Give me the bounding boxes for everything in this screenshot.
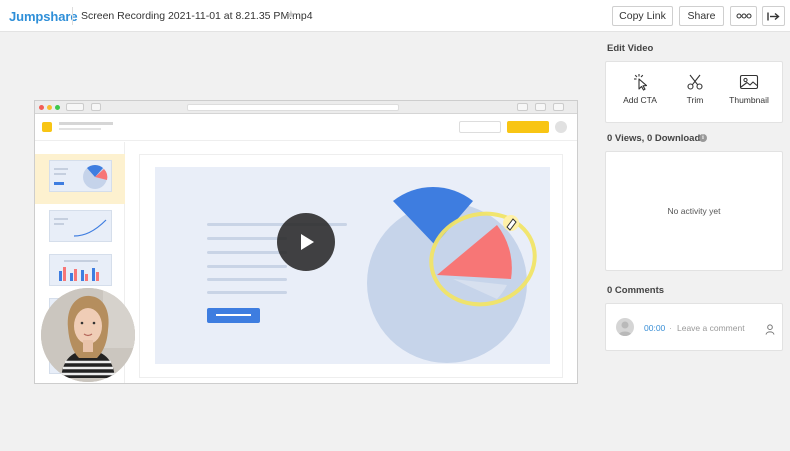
window-dot-red [39, 105, 44, 110]
recorded-app-logo [42, 122, 52, 132]
comment-box: 00:00 · [605, 303, 783, 351]
comments-title: 0 Comments [607, 285, 665, 296]
share-indicator [535, 103, 546, 111]
more-dots-icon [736, 13, 751, 19]
slide-thumbnail-2 [49, 210, 112, 242]
tabs-indicator [553, 103, 564, 111]
add-cta-tool[interactable]: Add CTA [614, 62, 666, 122]
copy-link-button[interactable]: Copy Link [612, 6, 673, 26]
slide-thumbnail-1 [49, 160, 112, 192]
recorded-avatar [555, 121, 567, 133]
exit-button[interactable] [762, 6, 785, 26]
add-cta-label: Add CTA [623, 95, 657, 105]
recorded-browser-bar [35, 101, 577, 114]
comment-separator: · [669, 323, 672, 333]
comment-input[interactable] [677, 322, 762, 334]
thumbnail-label: Thumbnail [729, 95, 769, 105]
trim-label: Trim [686, 95, 704, 105]
url-bar [187, 104, 399, 111]
thumbnail-tool[interactable]: Thumbnail [724, 62, 774, 122]
slide-pie-chart [367, 186, 537, 363]
trim-tool[interactable]: Trim [673, 62, 717, 122]
jumpshare-logo[interactable]: Jumpshare [9, 9, 78, 24]
recorded-primary-button [507, 121, 549, 133]
window-dot-yellow [47, 105, 52, 110]
edit-video-title: Edit Video [607, 43, 654, 54]
avatar [616, 318, 634, 336]
activity-card: No activity yet [605, 151, 783, 271]
info-icon[interactable]: i [699, 134, 707, 142]
scissors-icon [687, 74, 703, 90]
recorded-app-bar [35, 115, 577, 141]
recorded-outline-button [459, 121, 501, 133]
recorded-subtitle-line [59, 128, 101, 130]
play-icon [301, 234, 314, 250]
download-indicator [517, 103, 528, 111]
recorded-title-line [59, 122, 113, 125]
no-activity-text: No activity yet [667, 206, 721, 216]
webcam-overlay [41, 288, 135, 382]
slide-thumbnail-3 [49, 254, 112, 286]
play-button[interactable] [277, 213, 335, 271]
window-dot-green [55, 105, 60, 110]
recorded-slide [155, 167, 550, 364]
user-icon[interactable] [765, 322, 775, 340]
sidebar-toggle [91, 103, 101, 111]
comment-timestamp[interactable]: 00:00 [644, 323, 665, 333]
share-button[interactable]: Share [679, 6, 724, 26]
top-bar: Jumpshare Screen Recording 2021-11-01 at… [0, 0, 790, 32]
recorded-slide-canvas [139, 154, 563, 378]
header-divider [72, 7, 73, 25]
nav-arrows [66, 103, 84, 111]
exit-arrow-icon [767, 12, 780, 20]
edit-video-card: Add CTA Trim Thumbnail [605, 61, 783, 123]
image-icon [739, 74, 759, 90]
more-button[interactable] [730, 6, 757, 26]
file-title[interactable]: Screen Recording 2021-11-01 at 8.21.35 P… [81, 10, 313, 22]
activity-title: 0 Views, 0 Downloads [607, 133, 706, 144]
video-player[interactable] [34, 100, 578, 384]
cursor-click-icon [634, 74, 648, 91]
star-icon[interactable]: ★ [286, 8, 296, 21]
